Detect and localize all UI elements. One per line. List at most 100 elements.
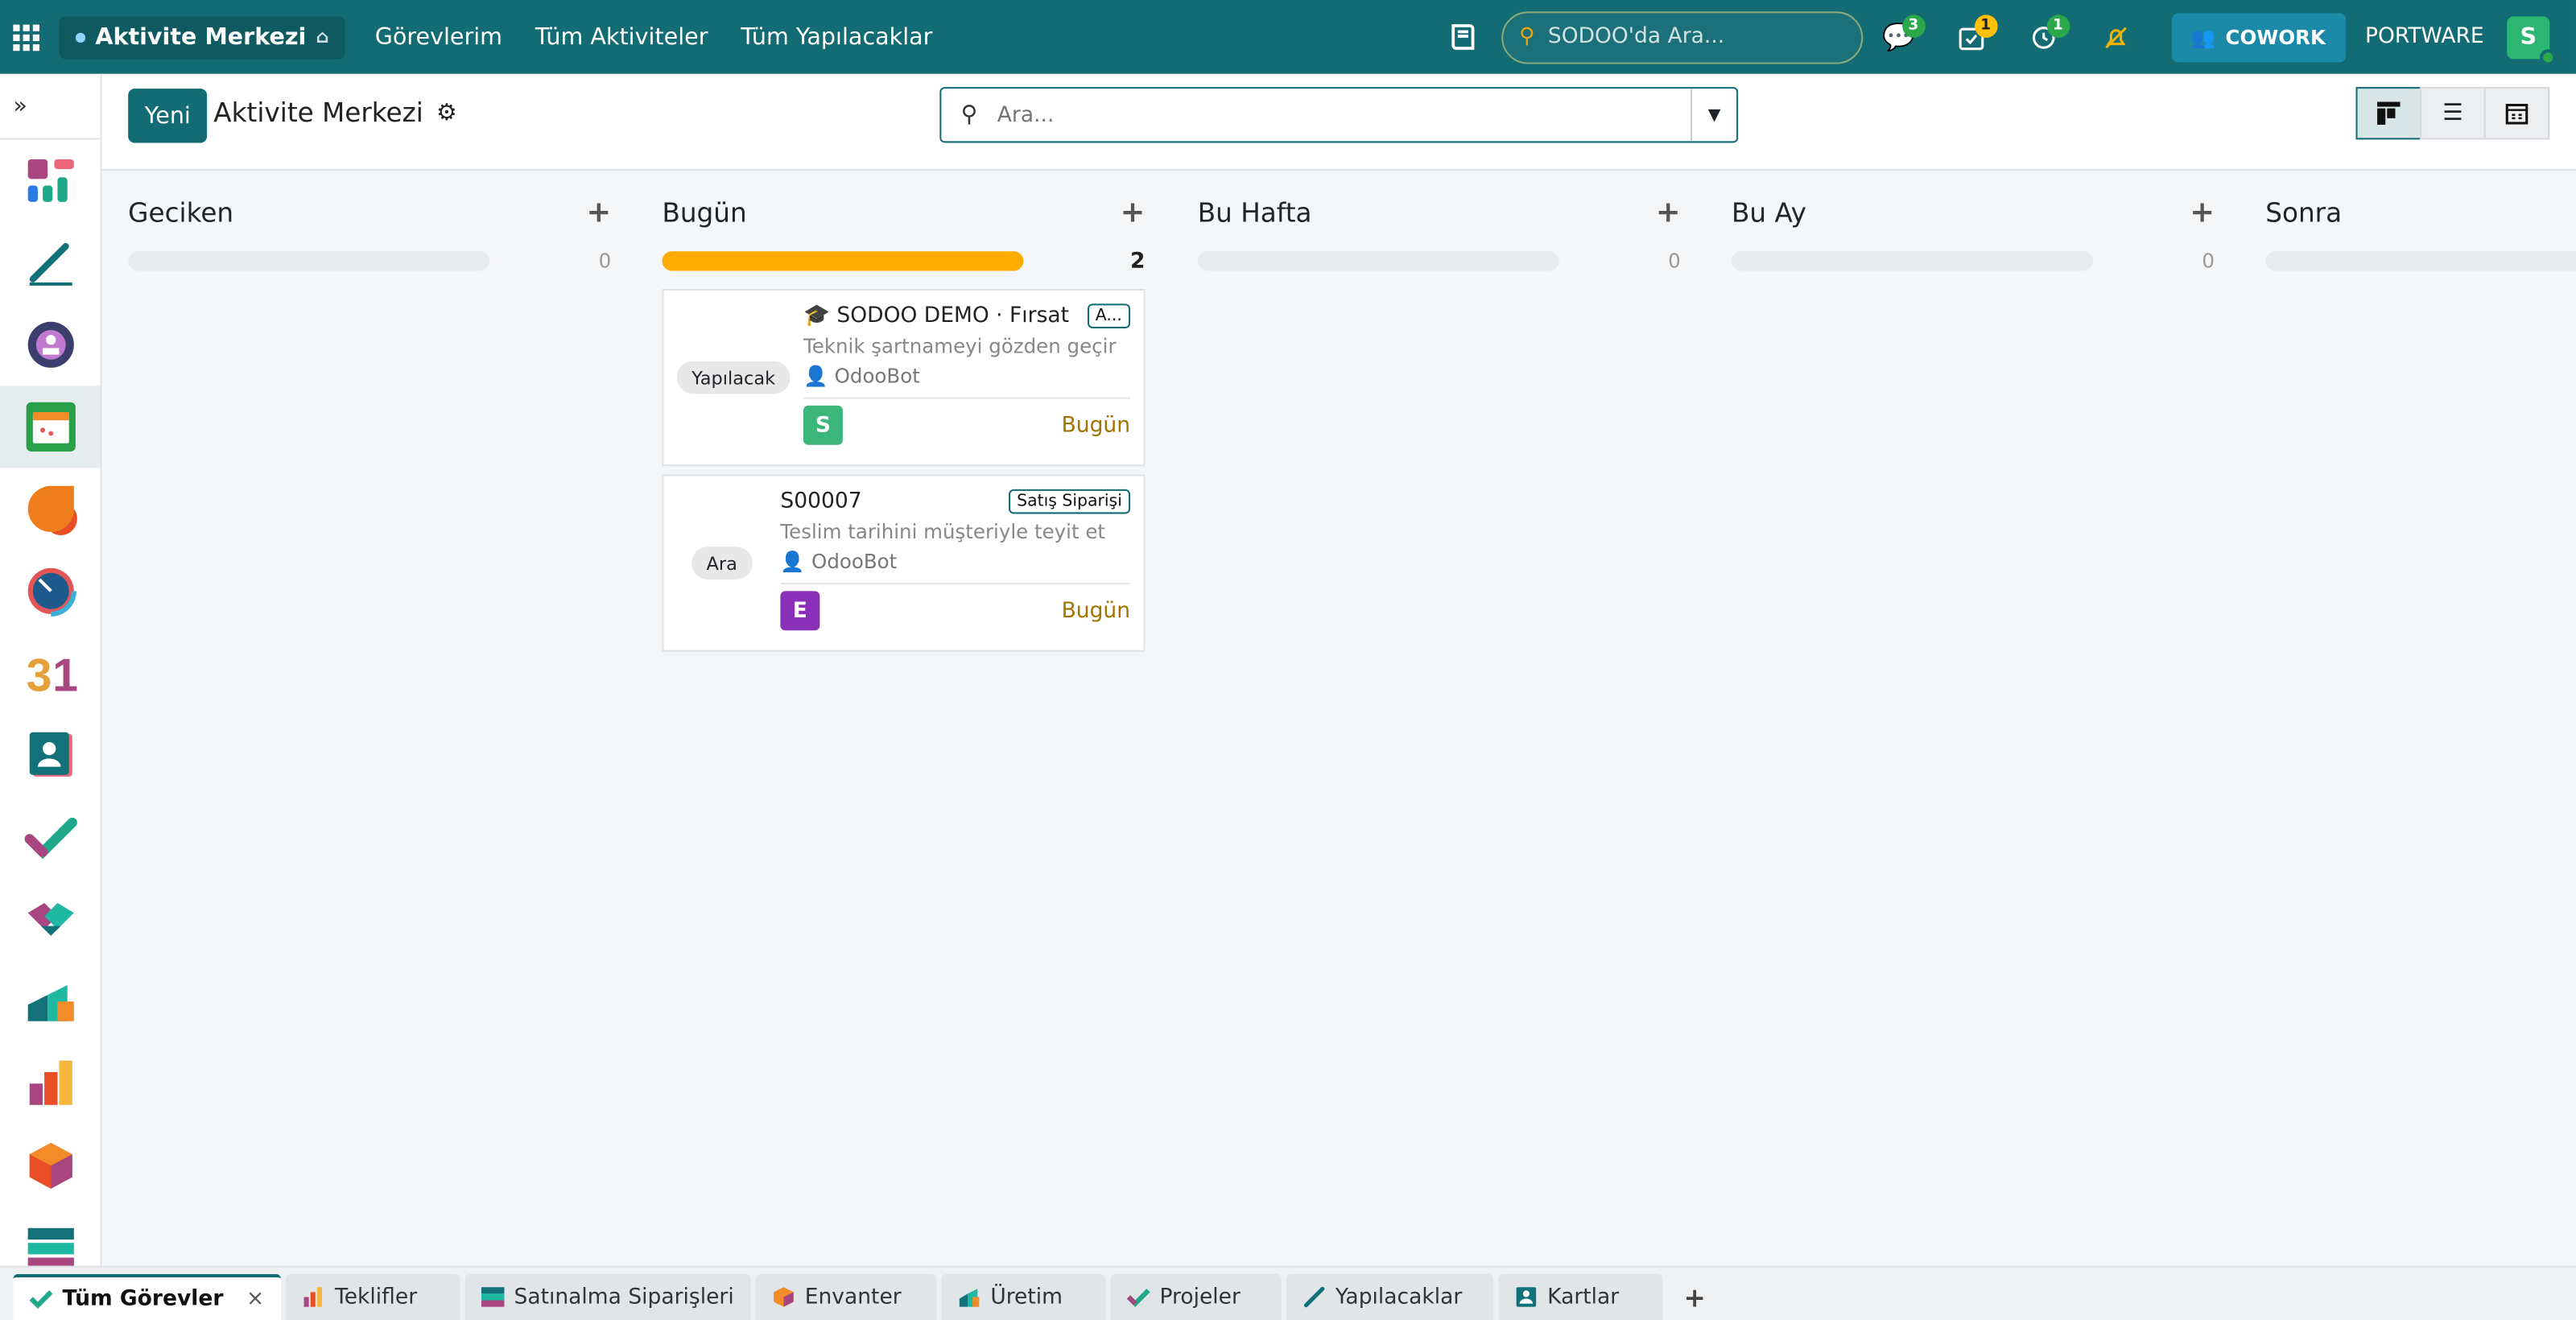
user-avatar[interactable]: S <box>2507 15 2557 65</box>
contacts-icon <box>1516 1287 1536 1307</box>
top-navbar: Aktivite Merkezi ⌂ Görevlerim Tüm Aktivi… <box>0 0 2576 74</box>
timer-button[interactable]: 1 <box>2007 0 2079 74</box>
calendar-view-button[interactable] <box>2483 87 2550 140</box>
sidebar-item-community[interactable] <box>0 303 100 386</box>
bell-slash-icon <box>2104 26 2127 48</box>
sidebar-item-reporting[interactable] <box>0 1042 100 1124</box>
view-switcher: ☰ <box>2355 87 2550 140</box>
tab-inventory[interactable]: Envanter <box>755 1273 936 1320</box>
search-icon: ⚲ <box>960 101 978 129</box>
model-badge: Satış Siparişi <box>1008 489 1131 514</box>
purchase-icon <box>481 1287 505 1307</box>
list-view-button[interactable]: ☰ <box>2420 87 2486 140</box>
activity-card[interactable]: Ara S00007 Satış Siparişi Teslim tarihin… <box>662 474 1146 652</box>
card-assignee: 👤 OdooBot <box>780 550 1130 573</box>
svg-text:1: 1 <box>52 650 76 699</box>
search-input[interactable] <box>997 102 1690 128</box>
sidebar-item-documents[interactable] <box>0 221 100 303</box>
cowork-button[interactable]: 👥 COWORK <box>2171 12 2346 62</box>
card-avatar[interactable]: E <box>780 591 820 631</box>
tab-quotations[interactable]: Teklifler <box>285 1273 460 1320</box>
user-plus-icon: 👤 <box>803 364 828 388</box>
current-app-pill[interactable]: Aktivite Merkezi ⌂ <box>59 15 346 59</box>
column-progress-bar[interactable] <box>1197 251 1559 271</box>
list-icon: ☰ <box>2442 100 2463 127</box>
quick-create-icon[interactable]: + <box>2190 195 2215 229</box>
kanban-view-button[interactable] <box>2355 87 2422 140</box>
menu-all-todos[interactable]: Tüm Yapılacaklar <box>724 24 949 51</box>
tab-purchase-orders[interactable]: Satınalma Siparişleri <box>464 1273 751 1320</box>
sidebar-item-todo[interactable] <box>0 796 100 878</box>
reporting-app-icon <box>28 1060 72 1105</box>
reporting-icon <box>303 1287 322 1307</box>
user-plus-icon: 👤 <box>780 550 805 573</box>
sidebar-item-calendar[interactable]: 31 <box>0 632 100 714</box>
quick-create-icon[interactable]: + <box>1121 195 1146 229</box>
column-progress-bar[interactable] <box>128 251 490 271</box>
column-progress-bar[interactable] <box>2265 251 2576 271</box>
column-today: Bugün + 2 Yapılacak 🎓 SODOO DEMO · Fırsat… <box>662 171 1146 652</box>
sidebar-item-sales[interactable] <box>0 960 100 1042</box>
column-title: Sonra <box>2265 196 2343 228</box>
tab-label: Yapılacaklar <box>1335 1285 1463 1310</box>
calendar-icon <box>2505 104 2529 125</box>
sidebar-item-contacts[interactable] <box>0 714 100 796</box>
close-icon[interactable]: × <box>246 1286 264 1311</box>
column-title: Bu Hafta <box>1197 196 1312 228</box>
column-progress-bar[interactable] <box>662 251 1024 271</box>
global-search-input[interactable]: ⚲ SODOO'da Ara... <box>1501 10 1863 64</box>
book-icon[interactable] <box>1445 19 1481 55</box>
inventory-icon <box>773 1287 794 1307</box>
tab-label: Envanter <box>804 1285 902 1310</box>
tab-cards[interactable]: Kartlar <box>1497 1273 1663 1320</box>
crm-app-icon <box>27 902 73 936</box>
bottom-tab-bar: Tüm Görevler × Teklifler Satınalma Sipar… <box>0 1265 2576 1320</box>
page-title: Aktivite Merkezi ⚙ <box>213 97 456 128</box>
notifications-button[interactable] <box>2079 0 2152 74</box>
tab-label: Satınalma Siparişleri <box>514 1285 734 1310</box>
global-search-placeholder: SODOO'da Ara... <box>1547 24 1725 50</box>
sidebar-item-gauge[interactable] <box>0 550 100 632</box>
kanban-icon <box>2377 101 2401 126</box>
search-bar: ⚲ ▼ <box>939 87 1739 143</box>
apps-menu-button[interactable] <box>0 0 52 74</box>
tab-manufacturing[interactable]: Üretim <box>941 1273 1106 1320</box>
home-icon: ⌂ <box>316 26 329 48</box>
menu-all-activities[interactable]: Tüm Aktiviteler <box>518 24 724 51</box>
search-icon: ⚲ <box>1519 24 1535 50</box>
messages-badge: 3 <box>1901 14 1926 38</box>
inventory-app-icon <box>28 1142 72 1189</box>
sidebar-item-activity-center[interactable] <box>0 386 101 468</box>
sidebar-item-dashboard[interactable] <box>0 139 100 221</box>
sidebar-toggle[interactable]: » <box>0 74 101 140</box>
sidebar-item-discuss[interactable] <box>0 468 100 550</box>
dot-icon <box>75 31 86 43</box>
timer-badge: 1 <box>2046 14 2070 38</box>
card-content: 🎓 SODOO DEMO · Fırsat A... Teknik şartna… <box>803 303 1131 445</box>
quick-create-icon[interactable]: + <box>586 195 611 229</box>
new-button[interactable]: Yeni <box>128 89 208 143</box>
column-progress-bar[interactable] <box>1732 251 2093 271</box>
tab-projects[interactable]: Projeler <box>1110 1273 1282 1320</box>
activity-center-app-icon <box>25 402 75 452</box>
systray: ⚲ SODOO'da Ara... 💬 3 1 1 👥 COWORK PORTW… <box>1445 0 2576 74</box>
tab-todos[interactable]: Yapılacaklar <box>1286 1273 1493 1320</box>
gear-icon[interactable]: ⚙ <box>436 99 457 126</box>
sidebar-item-inventory[interactable] <box>0 1124 100 1207</box>
cowork-label: COWORK <box>2225 25 2326 49</box>
tab-all-tasks[interactable]: Tüm Görevler × <box>13 1273 281 1320</box>
activities-button[interactable]: 1 <box>1934 0 2007 74</box>
card-title: S00007 <box>780 489 862 514</box>
company-switcher[interactable]: PORTWARE <box>2365 25 2484 50</box>
activity-card[interactable]: Yapılacak 🎓 SODOO DEMO · Fırsat A... Tek… <box>662 289 1146 467</box>
search-options-toggle[interactable]: ▼ <box>1690 89 1736 142</box>
card-avatar[interactable]: S <box>803 405 843 445</box>
quick-create-icon[interactable]: + <box>1656 195 1681 229</box>
sidebar-item-crm[interactable] <box>0 878 100 960</box>
todo-icon <box>29 1290 53 1309</box>
messages-button[interactable]: 💬 3 <box>1863 0 1935 74</box>
documents-app-icon <box>28 242 72 286</box>
menu-my-tasks[interactable]: Görevlerim <box>358 24 518 51</box>
tab-label: Kartlar <box>1547 1285 1620 1310</box>
add-tab-button[interactable]: + <box>1667 1274 1722 1320</box>
